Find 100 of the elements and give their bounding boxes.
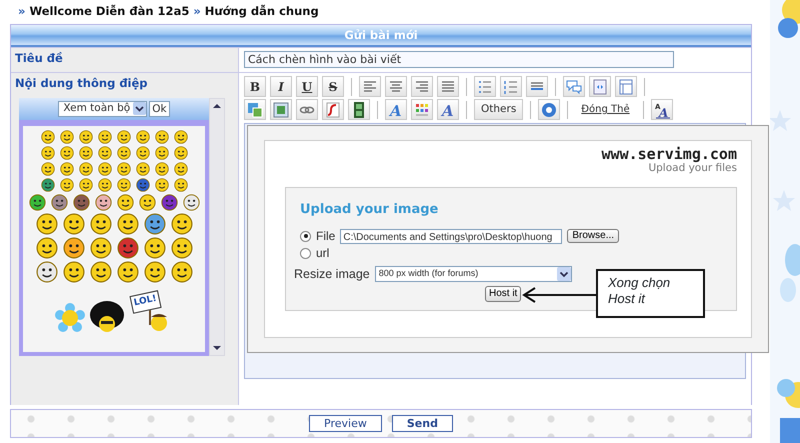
smiley-icon[interactable] <box>154 178 168 192</box>
others-button[interactable]: Others <box>474 99 524 120</box>
smiley-icon[interactable] <box>170 236 192 259</box>
sign-text: LOL! <box>130 290 162 314</box>
smiley-icon[interactable] <box>36 212 58 235</box>
smiley-icon[interactable] <box>144 236 166 259</box>
smiley-icon[interactable] <box>60 162 74 176</box>
send-button[interactable]: Send <box>392 414 453 432</box>
toolbar-button[interactable] <box>526 76 548 97</box>
smiley-icon[interactable] <box>116 130 130 144</box>
radio-button[interactable] <box>300 230 311 242</box>
smiley-icon[interactable] <box>62 212 84 235</box>
breadcrumb-separator: » <box>193 3 201 20</box>
smiley-icon[interactable] <box>116 236 138 259</box>
smiley-icon[interactable] <box>40 146 54 160</box>
smiley-icon[interactable] <box>170 212 192 235</box>
smiley-icon[interactable] <box>138 194 156 211</box>
toolbar-button[interactable] <box>359 76 381 97</box>
toolbar-button[interactable]: B <box>244 76 266 97</box>
smiley-icon[interactable] <box>154 162 168 176</box>
view-select[interactable]: Xem toàn bộ <box>58 100 148 117</box>
smiley-icon[interactable] <box>144 260 166 283</box>
smiley-icon[interactable] <box>116 146 130 160</box>
toolbar-button[interactable]: I <box>270 76 292 97</box>
smiley-icon[interactable] <box>60 130 74 144</box>
smiley-icon[interactable] <box>182 194 200 211</box>
preview-button[interactable]: Preview <box>309 414 382 432</box>
radio-button[interactable] <box>300 248 311 258</box>
toolbar-button[interactable] <box>411 76 433 97</box>
smiley-icon[interactable] <box>98 130 112 144</box>
toolbar-button[interactable] <box>563 76 585 97</box>
smiley-icon[interactable] <box>154 130 168 144</box>
smiley-icon[interactable] <box>154 146 168 160</box>
smiley-icon[interactable] <box>62 260 84 283</box>
smiley-icon[interactable] <box>174 146 188 160</box>
smiley-icon[interactable] <box>36 236 58 259</box>
picture-icon <box>271 100 291 120</box>
toolbar-button[interactable] <box>474 76 496 97</box>
smiley-icon[interactable] <box>50 194 68 211</box>
smiley-icon[interactable] <box>90 212 112 235</box>
smiley-icon[interactable] <box>116 194 134 211</box>
smiley-icon[interactable] <box>78 130 92 144</box>
file-path-field[interactable]: C:\Documents and Settings\pro\Desktop\huong <box>340 228 562 244</box>
smiley-icon[interactable] <box>136 162 150 176</box>
smiley-icon[interactable] <box>170 260 192 283</box>
smiley-icon[interactable] <box>136 130 150 144</box>
smiley-icon[interactable] <box>144 212 166 235</box>
smiley-icon[interactable] <box>98 178 112 192</box>
smiley-icon[interactable] <box>28 194 46 211</box>
smiley-icon[interactable] <box>60 178 74 192</box>
toolbar-button[interactable] <box>589 76 611 97</box>
smiley-icon[interactable] <box>72 194 90 211</box>
smiley-icon[interactable] <box>116 178 130 192</box>
toolbar-button[interactable]: U <box>296 76 318 97</box>
smiley-icon[interactable] <box>94 194 112 211</box>
smiley-icon[interactable] <box>90 236 112 259</box>
smiley-icon[interactable] <box>116 212 138 235</box>
resize-select[interactable]: 800 px width (for forums) <box>374 266 572 282</box>
smiley-icon[interactable] <box>174 178 188 192</box>
breadcrumb-link[interactable]: Wellcome Diễn đàn 12a5 <box>29 3 190 24</box>
smiley-icon[interactable] <box>160 194 178 211</box>
smiley-icon[interactable] <box>78 146 92 160</box>
smiley-icon[interactable] <box>90 260 112 283</box>
smiley-icon[interactable] <box>36 260 58 283</box>
ok-button[interactable]: Ok <box>149 100 170 117</box>
smiley-icon[interactable] <box>40 178 54 192</box>
toolbar-button[interactable] <box>385 76 407 97</box>
toolbar-button[interactable] <box>322 99 344 120</box>
toolbar-button[interactable]: S <box>322 76 344 97</box>
smiley-icon[interactable] <box>136 178 150 192</box>
toolbar-button[interactable] <box>437 76 459 97</box>
scrollbar[interactable] <box>209 98 225 356</box>
smiley-icon[interactable] <box>116 162 130 176</box>
smiley-icon[interactable] <box>78 162 92 176</box>
smiley-icon[interactable] <box>40 162 54 176</box>
toolbar-button[interactable] <box>615 76 637 97</box>
toolbar-button[interactable] <box>348 99 370 120</box>
toolbar-button[interactable] <box>296 99 318 120</box>
afro-smiley-icon[interactable] <box>90 300 124 333</box>
browse-button[interactable]: Browse... <box>567 229 620 243</box>
toolbar-button[interactable] <box>411 99 433 120</box>
toolbar-button[interactable] <box>500 76 522 97</box>
smiley-icon[interactable] <box>78 178 92 192</box>
close-tags-link[interactable]: Đóng Thẻ <box>575 102 636 117</box>
smiley-icon[interactable] <box>60 146 74 160</box>
host-it-button[interactable]: Host it <box>485 286 522 302</box>
smiley-icon[interactable] <box>116 260 138 283</box>
smiley-icon[interactable] <box>40 130 54 144</box>
smiley-icon[interactable] <box>62 236 84 259</box>
smiley-icon[interactable] <box>174 130 188 144</box>
toolbar-button[interactable] <box>270 99 292 120</box>
breadcrumb-link[interactable]: Hướng dẫn chung <box>204 3 319 24</box>
smiley-icon[interactable] <box>98 162 112 176</box>
smiley-icon[interactable] <box>98 146 112 160</box>
smiley-icon[interactable] <box>174 162 188 176</box>
smiley-icon[interactable] <box>136 146 150 160</box>
toolbar-button[interactable]: A <box>385 99 407 120</box>
subject-field[interactable]: Cách chèn hình vào bài viết <box>244 51 674 68</box>
toolbar-button[interactable]: A <box>437 99 459 120</box>
panel-title: Gửi bài mới <box>11 25 751 47</box>
